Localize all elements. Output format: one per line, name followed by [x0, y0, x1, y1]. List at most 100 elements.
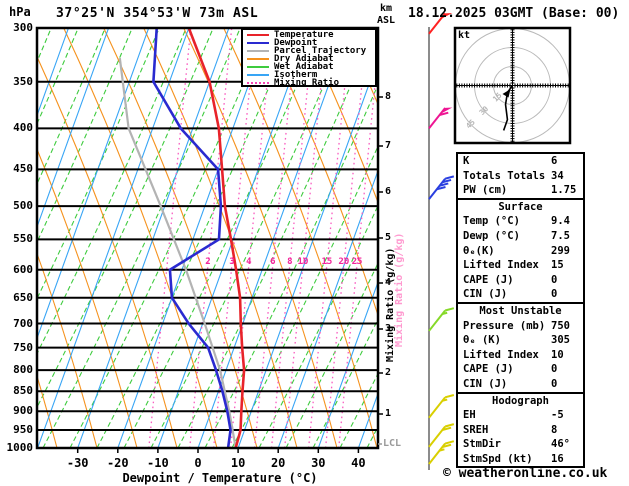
- legend-item: Mixing Ratio: [247, 78, 375, 88]
- km-tick-label: 3: [385, 323, 392, 334]
- pressure-tick-label: 750: [13, 340, 33, 354]
- table-row: Lifted Index 15: [458, 258, 583, 273]
- legend-line-sample: [247, 50, 269, 52]
- table-row-label: CIN (J): [463, 377, 508, 390]
- table-section: K 6 Totals Totals 34 PW (cm) 1.75: [458, 154, 583, 198]
- lcl-label: LCL: [383, 438, 402, 449]
- pressure-tick-label: 900: [13, 404, 33, 418]
- isotherm-line: [157, 28, 310, 448]
- altitude-unit-km: km: [380, 3, 393, 14]
- mixing-ratio-axis-label: Mixing Ratio (g/kg): [385, 247, 396, 362]
- wind-barb-half-feather: [442, 398, 448, 402]
- parcel-trajectory-curve: [118, 57, 237, 448]
- wind-barb-staff: [428, 107, 446, 129]
- wind-barb-half-feather: [442, 311, 448, 316]
- km-tick-label: 1: [385, 408, 392, 419]
- isotherm-line: [117, 28, 270, 448]
- table-section-title: Surface: [498, 200, 543, 213]
- temp-tick-label: 20: [270, 456, 286, 470]
- pressure-unit-label: hPa: [9, 5, 31, 19]
- table-row-label: Lifted Index: [463, 348, 539, 361]
- table-row-value: 0: [551, 273, 558, 286]
- table-section: Surface Temp (°C) 9.4 Dewp (°C) 7.5 θₑ(K) 299 L…: [458, 197, 583, 302]
- km-tick-label: 8: [385, 91, 392, 102]
- table-row: CIN (J) 0: [458, 377, 583, 392]
- km-tick-label: 7: [385, 140, 392, 151]
- table-row: CIN (J) 0: [458, 287, 583, 302]
- table-row-label: CIN (J): [463, 288, 508, 301]
- table-row-value: 9.4: [551, 215, 570, 228]
- pressure-tick-label: 600: [13, 262, 33, 276]
- isotherm-line: [37, 28, 190, 448]
- table-row: CAPE (J) 0: [458, 273, 583, 288]
- table-row-label: CAPE (J): [463, 273, 514, 286]
- temp-tick-label: 0: [194, 456, 202, 470]
- table-row-value: 34: [551, 169, 564, 182]
- table-row-label: Dewp (°C): [463, 229, 520, 242]
- table-row-label: StmDir: [463, 438, 501, 451]
- table-row-label: θₑ (K): [463, 334, 501, 347]
- wind-barb-feather: [444, 175, 455, 180]
- wet-adiabat-line: [69, 28, 268, 448]
- mixing-ratio-line: [284, 28, 328, 448]
- pressure-tick-label: 1000: [6, 440, 34, 454]
- legend-box: Temperature Dewpoint Parcel Trajectory Dry …: [241, 28, 377, 88]
- pressure-tick-label: 450: [13, 162, 33, 176]
- km-tick-label: 5: [385, 232, 392, 243]
- legend-item-label: Mixing Ratio: [274, 78, 340, 88]
- table-row-value: -5: [551, 409, 564, 422]
- mixing-ratio-value-label: 25: [351, 257, 363, 267]
- table-row: θₑ(K) 299: [458, 244, 583, 259]
- table-row-label: SREH: [463, 423, 489, 436]
- table-row-value: 46°: [551, 438, 570, 451]
- table-row: EH -5: [458, 408, 583, 423]
- skewt-sounding-screen: { "header": { "pressure_unit": "hPa", "l…: [0, 0, 629, 486]
- table-row: θₑ (K) 305: [458, 333, 583, 348]
- temperature-curve: [187, 28, 246, 448]
- legend-line-sample: [247, 58, 269, 60]
- table-row-value: 0: [551, 377, 558, 390]
- table-row-value: 10: [551, 348, 564, 361]
- table-row-label: Temp (°C): [463, 215, 520, 228]
- datetime-title: 18.12.2025 03GMT (Base: 00): [408, 6, 620, 21]
- isotherm-line: [237, 57, 378, 448]
- pressure-tick-label: 400: [13, 121, 33, 135]
- mixing-ratio-line: [229, 28, 274, 448]
- table-row-value: 7.5: [551, 229, 570, 242]
- table-row-value: 0: [551, 363, 558, 376]
- wind-barb-feather: [444, 440, 455, 445]
- sounding-stats-table: K 6 Totals Totals 34 PW (cm) 1.75 Surface Temp …: [456, 152, 585, 469]
- pressure-tick-label: 350: [13, 74, 33, 88]
- table-section: Hodograph EH -5 SREH 8 StmDir 46° StmSpd (kt) 16: [458, 391, 583, 467]
- wind-barb-feather: [444, 394, 455, 399]
- hodograph-plot: 153045: [453, 26, 572, 145]
- legend-line-sample: [247, 42, 269, 44]
- km-tick-label: 2: [385, 367, 392, 378]
- km-tick-label: 6: [385, 186, 392, 197]
- table-section: Most Unstable Pressure (mb) 750 θₑ (K) 305 Li…: [458, 301, 583, 392]
- dewpoint-curve: [152, 28, 232, 448]
- wind-barb-half-feather: [439, 448, 445, 452]
- legend-line-sample: [247, 34, 269, 36]
- table-row-value: 6: [551, 155, 558, 167]
- location-title: 37°25'N 354°53'W 73m ASL: [56, 6, 259, 21]
- table-row: Pressure (mb) 750: [458, 319, 583, 334]
- temp-tick-label: 40: [351, 456, 366, 470]
- mixing-ratio-line: [148, 28, 192, 448]
- pressure-tick-label: 950: [13, 423, 33, 437]
- table-row: SREH 8: [458, 423, 583, 438]
- legend-line-sample: [247, 82, 269, 84]
- table-row: Temp (°C) 9.4: [458, 214, 583, 229]
- table-section-title: Most Unstable: [479, 304, 562, 317]
- table-row-label: θₑ(K): [463, 244, 495, 257]
- pressure-tick-label: 550: [13, 232, 33, 246]
- isotherm-line: [277, 169, 378, 448]
- pressure-tick-label: 300: [13, 21, 33, 34]
- table-row-value: 299: [551, 244, 570, 257]
- pressure-tick-label: 800: [13, 363, 33, 377]
- table-row: PW (cm) 1.75: [458, 183, 583, 198]
- table-row-label: StmSpd (kt): [463, 452, 533, 465]
- altitude-unit-asl: ASL: [377, 15, 396, 26]
- table-row: K6: [458, 154, 583, 169]
- table-row: StmSpd (kt) 16: [458, 452, 583, 467]
